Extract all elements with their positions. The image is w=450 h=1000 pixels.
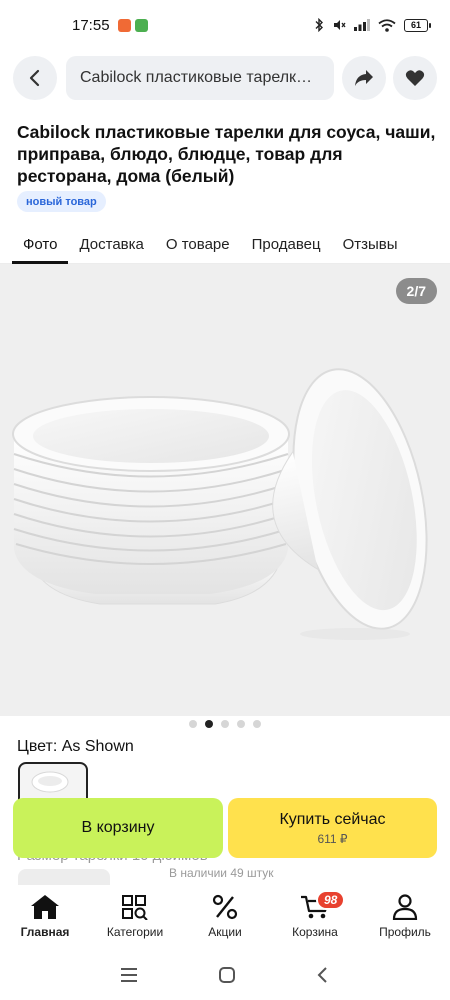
share-button[interactable] [342, 56, 386, 100]
signal-icon [354, 19, 370, 31]
product-photo-bowls [12, 368, 428, 640]
home-icon [31, 895, 59, 919]
system-navigation-bar [0, 950, 450, 1000]
search-field[interactable]: Cabilock пластиковые тарелки для соуса [66, 56, 334, 100]
home-system-icon[interactable] [218, 966, 236, 984]
app-notification-icon [117, 18, 131, 32]
nav-profile-label: Профиль [379, 925, 431, 939]
tab-delivery[interactable]: Доставка [68, 224, 154, 264]
pagination-dot[interactable] [253, 720, 261, 728]
status-bar: 17:55 61 [0, 0, 450, 50]
buy-now-price: 611 ₽ [317, 831, 348, 846]
product-title: Cabilock пластиковые тарелки для соуса, … [17, 122, 436, 186]
image-counter: 2/7 [395, 278, 437, 304]
nav-home[interactable]: Главная [0, 885, 90, 949]
back-system-icon[interactable] [316, 966, 330, 984]
top-app-bar: Cabilock пластиковые тарелки для соуса [0, 54, 450, 102]
percent-icon [212, 894, 238, 920]
share-arrow-icon [355, 70, 373, 86]
heart-icon [405, 70, 425, 86]
nav-cart-label: Корзина [292, 925, 338, 939]
nav-promotions-label: Акции [208, 925, 242, 939]
tab-reviews[interactable]: Отзывы [332, 224, 409, 264]
recent-apps-icon[interactable] [120, 967, 138, 983]
bluetooth-icon [315, 18, 323, 32]
pagination-dot-active[interactable] [205, 720, 213, 728]
nav-promotions[interactable]: Акции [180, 885, 270, 949]
buy-now-button[interactable]: Купить сейчас 611 ₽ [228, 798, 437, 858]
buy-now-label: Купить сейчас [279, 810, 386, 828]
search-query-text: Cabilock пластиковые тарелки для соуса [80, 69, 320, 86]
pagination-dot[interactable] [237, 720, 245, 728]
app-notification-icon [134, 18, 148, 32]
status-app-icons [117, 18, 148, 32]
product-image-gallery[interactable]: 2/7 [0, 264, 450, 716]
cart-count-badge: 98 [316, 890, 346, 910]
wifi-icon [378, 18, 396, 32]
tab-photo[interactable]: Фото [12, 224, 69, 264]
nav-cart[interactable]: 98 Корзина [270, 885, 360, 949]
pagination-dot[interactable] [189, 720, 197, 728]
color-label: Цвет: As Shown [17, 738, 134, 755]
profile-icon [392, 894, 418, 920]
back-button[interactable] [13, 56, 57, 100]
product-tabs: Фото Доставка О товаре Продавец Отзывы [0, 224, 450, 264]
tab-seller[interactable]: Продавец [241, 224, 332, 264]
add-to-cart-button[interactable]: В корзину [13, 798, 223, 858]
stock-availability: В наличии 49 штук [169, 866, 274, 880]
nav-categories[interactable]: Категории [90, 885, 180, 949]
nav-categories-label: Категории [106, 925, 164, 939]
mute-icon [334, 20, 346, 30]
pagination-dot[interactable] [221, 720, 229, 728]
status-indicators: 61 [314, 18, 431, 32]
bottom-navigation: Главная Категории Акции 98 Корзина Профи… [0, 885, 450, 949]
gallery-pagination-dots [0, 720, 450, 728]
tab-about[interactable]: О товаре [155, 224, 241, 264]
nav-profile[interactable]: Профиль [360, 885, 450, 949]
nav-home-label: Главная [20, 925, 70, 939]
chevron-left-icon [29, 69, 40, 87]
favorite-button[interactable] [393, 56, 437, 100]
battery-indicator: 61 [404, 18, 431, 32]
categories-icon [122, 895, 148, 920]
status-time: 17:55 [72, 16, 110, 34]
new-product-badge: новый товар [17, 191, 106, 212]
